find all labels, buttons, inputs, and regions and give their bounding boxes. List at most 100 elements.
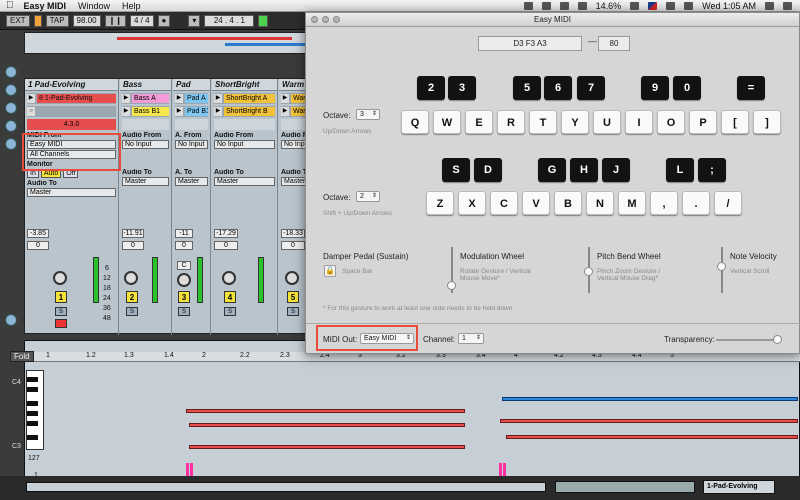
track-3-stop[interactable] xyxy=(175,119,208,130)
dropbox-icon[interactable] xyxy=(523,2,533,10)
volume-db[interactable]: -3.85 xyxy=(27,229,49,238)
black-key[interactable] xyxy=(27,387,38,392)
midi-note[interactable] xyxy=(502,397,798,401)
track-1-clip-1[interactable]: ▶ 8 1-Pad-Evolving xyxy=(27,93,116,104)
key-7[interactable]: 7 xyxy=(577,76,605,100)
track-activator[interactable]: 4 xyxy=(224,291,236,303)
modulation-slider[interactable] xyxy=(447,281,456,290)
clip-play-icon[interactable]: ▶ xyxy=(122,107,130,116)
nudge-icon[interactable]: ❙❙ xyxy=(104,14,126,27)
key-n[interactable]: N xyxy=(586,191,614,215)
audio-to-select[interactable]: Master xyxy=(122,177,169,186)
metronome-button[interactable]: ● xyxy=(157,14,171,27)
key-period[interactable]: . xyxy=(682,191,710,215)
black-key[interactable] xyxy=(27,411,38,416)
sound-icon[interactable] xyxy=(630,2,640,10)
clip-play-icon[interactable]: ▶ xyxy=(281,107,289,116)
signature-field[interactable]: 4 / 4 xyxy=(129,14,154,27)
key-i[interactable]: I xyxy=(625,110,653,134)
pan-knob[interactable] xyxy=(53,271,67,285)
key-0[interactable]: 0 xyxy=(673,76,701,100)
track-activator[interactable]: 3 xyxy=(178,291,190,303)
black-key[interactable] xyxy=(27,377,38,382)
spotlight-icon[interactable] xyxy=(765,2,774,10)
solo-button[interactable]: S xyxy=(55,307,67,316)
key-9[interactable]: 9 xyxy=(641,76,669,100)
key-2[interactable]: 2 xyxy=(417,76,445,100)
clip-play-icon[interactable]: ▶ xyxy=(122,94,130,103)
clip-play-icon[interactable]: ▶ xyxy=(281,94,289,103)
key-slash[interactable]: / xyxy=(714,191,742,215)
volume-db[interactable]: -17.29 xyxy=(214,229,238,238)
close-icon[interactable] xyxy=(311,16,318,23)
browser-toggle-icon[interactable] xyxy=(5,66,17,78)
track-3-title[interactable]: Pad xyxy=(173,79,210,91)
audio-from-select[interactable]: No Input xyxy=(175,140,208,149)
key-j[interactable]: J xyxy=(602,158,630,182)
input-flag-icon[interactable] xyxy=(648,2,658,10)
key-p[interactable]: P xyxy=(689,110,717,134)
menu-help[interactable]: Help xyxy=(122,1,141,11)
solo-button[interactable]: S xyxy=(178,307,190,316)
horizontal-scrollbar[interactable] xyxy=(26,482,546,492)
bluetooth-icon[interactable] xyxy=(559,2,569,10)
velocity-slider[interactable] xyxy=(717,262,726,271)
crossfade-assign[interactable]: C xyxy=(177,261,191,270)
key-left-bracket[interactable]: [ xyxy=(721,110,749,134)
tempo-field[interactable]: 98.00 xyxy=(72,14,101,27)
black-key[interactable] xyxy=(27,435,38,440)
track-1-stop[interactable]: 4.3.0 xyxy=(27,119,116,130)
midi-note[interactable] xyxy=(500,419,798,423)
key-5[interactable]: 5 xyxy=(513,76,541,100)
position-field[interactable]: 24 . 4 . 1 xyxy=(204,14,255,27)
audio-to-select[interactable]: Master xyxy=(27,188,116,197)
lock-icon[interactable]: 🔒 xyxy=(324,265,336,277)
pitchbend-slider[interactable] xyxy=(584,267,593,276)
quantize-icon[interactable]: ▾ xyxy=(188,14,201,27)
solo-button[interactable]: S xyxy=(287,307,299,316)
pan-value[interactable]: 0 xyxy=(27,241,49,250)
arm-button[interactable] xyxy=(55,319,67,328)
key-right-bracket[interactable]: ] xyxy=(753,110,781,134)
key-h[interactable]: H xyxy=(570,158,598,182)
key-y[interactable]: Y xyxy=(561,110,589,134)
key-r[interactable]: R xyxy=(497,110,525,134)
track-4-clip-1[interactable]: ▶ ShortBright A xyxy=(214,93,275,104)
pan-knob[interactable] xyxy=(222,271,236,285)
arrangement-overview[interactable] xyxy=(24,32,314,54)
notification-icon[interactable] xyxy=(783,2,792,10)
key-6[interactable]: 6 xyxy=(544,76,572,100)
key-l[interactable]: L xyxy=(666,158,694,182)
clock[interactable]: Wed 1:05 AM xyxy=(702,1,756,11)
volume-db[interactable]: -11 xyxy=(175,229,193,238)
black-key[interactable] xyxy=(27,421,38,426)
pan-value[interactable]: 0 xyxy=(281,241,305,250)
clip-play-icon[interactable]: ▶ xyxy=(214,94,222,103)
ext-sync-button[interactable]: EXT xyxy=(6,14,30,27)
menu-app-name[interactable]: Easy MIDI xyxy=(24,1,67,11)
key-g[interactable]: G xyxy=(538,158,566,182)
folder-browser-icon[interactable] xyxy=(5,138,17,150)
volume-db[interactable]: -11.91 xyxy=(122,229,144,238)
midi-note[interactable] xyxy=(189,445,465,449)
track-4-clip-2[interactable]: ▶ ShortBright B xyxy=(214,106,275,117)
track-3-clip-2[interactable]: ▶ Pad B1 xyxy=(175,106,208,117)
key-z[interactable]: Z xyxy=(426,191,454,215)
clip-overview[interactable] xyxy=(555,481,695,493)
zoom-icon[interactable] xyxy=(333,16,340,23)
wifi-icon[interactable] xyxy=(666,2,676,10)
track-4-stop[interactable] xyxy=(214,119,275,130)
pan-value[interactable]: 0 xyxy=(175,241,193,250)
key-semicolon[interactable]: ; xyxy=(698,158,726,182)
script-icon[interactable] xyxy=(541,2,551,10)
clip-play-icon[interactable]: ▶ xyxy=(175,107,183,116)
key-v[interactable]: V xyxy=(522,191,550,215)
play-button[interactable] xyxy=(258,14,269,27)
pan-value[interactable]: 0 xyxy=(122,241,144,250)
plugin-browser-icon[interactable] xyxy=(5,102,17,114)
key-d[interactable]: D xyxy=(474,158,502,182)
key-w[interactable]: W xyxy=(433,110,461,134)
track-1-clip-2[interactable]: ○ xyxy=(27,106,116,117)
octave-2-select[interactable]: 2 ⇕ xyxy=(356,191,380,202)
key-o[interactable]: O xyxy=(657,110,685,134)
